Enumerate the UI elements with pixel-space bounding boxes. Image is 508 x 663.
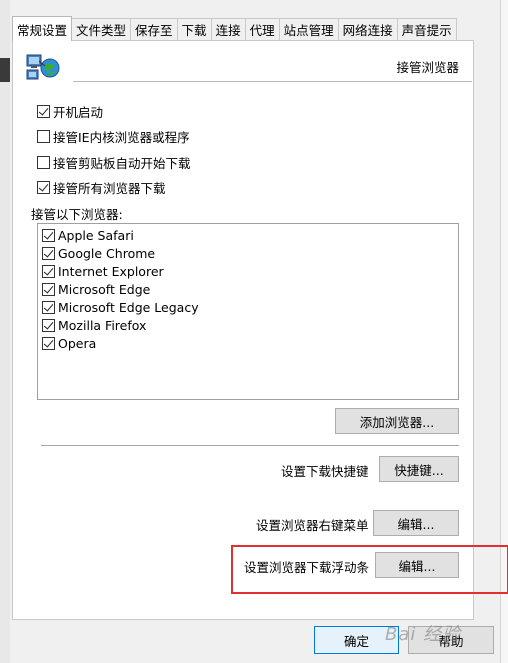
checkbox[interactable] [42,336,55,350]
option-label: 开机启动 [53,104,104,120]
tab-download[interactable]: 下载 [176,18,212,40]
tab-site-management[interactable]: 站点管理 [278,18,339,40]
list-item-edge-legacy[interactable]: Microsoft Edge Legacy [42,298,199,316]
tab-save-to[interactable]: 保存至 [130,18,178,40]
checkbox[interactable] [42,264,55,278]
list-item-safari[interactable]: Apple Safari [42,226,134,244]
option-ie-kernel[interactable]: 接管IE内核浏览器或程序 [37,127,190,145]
list-item-label: Internet Explorer [58,263,164,279]
list-item-firefox[interactable]: Mozilla Firefox [42,316,146,334]
checkbox[interactable] [42,282,55,296]
checkbox[interactable] [37,129,50,143]
tab-proxy[interactable]: 代理 [244,18,280,40]
tab-general[interactable]: 常规设置 [12,16,73,41]
list-item-edge[interactable]: Microsoft Edge [42,280,150,298]
tab-sound-alerts[interactable]: 声音提示 [396,18,457,40]
option-autostart[interactable]: 开机启动 [37,102,103,120]
checkbox[interactable] [42,318,55,332]
shortcut-label: 设置下载快捷键 [281,464,369,479]
checkbox[interactable] [37,104,50,118]
list-item-label: Microsoft Edge [58,281,151,297]
tab-connection[interactable]: 连接 [210,18,246,40]
list-item-ie[interactable]: Internet Explorer [42,262,164,280]
section-divider [41,445,459,446]
option-label: 接管IE内核浏览器或程序 [53,129,190,145]
context-menu-label: 设置浏览器右键菜单 [256,518,369,533]
checkbox[interactable] [42,228,55,242]
option-clipboard[interactable]: 接管剪贴板自动开始下载 [37,153,191,171]
list-item-label: Apple Safari [58,227,134,243]
add-browser-button[interactable]: 添加浏览器... [335,408,459,434]
tab-strip: 常规设置 文件类型 保存至 下载 连接 代理 站点管理 网络连接 声音提示 [12,16,457,41]
header-divider [73,81,472,82]
settings-panel: 接管浏览器 开机启动 接管IE内核浏览器或程序 接管剪贴板自动开始下载 接管所有… [12,40,474,620]
browser-listbox[interactable]: Apple Safari Google Chrome Internet Expl… [37,223,459,400]
browser-group-label: 接管以下浏览器: [31,207,123,222]
highlight-annotation [231,545,508,594]
list-item-label: Microsoft Edge Legacy [58,299,199,315]
tab-network-connection[interactable]: 网络连接 [337,18,398,40]
section-title: 接管浏览器 [396,60,459,75]
checkbox[interactable] [37,155,50,169]
option-label: 接管所有浏览器下载 [53,180,166,196]
checkbox[interactable] [42,300,55,314]
list-item-label: Google Chrome [58,245,156,261]
list-item-label: Opera [58,335,97,351]
context-menu-edit-button[interactable]: 编辑... [373,510,459,536]
option-all-browsers[interactable]: 接管所有浏览器下载 [37,178,166,196]
background-window-left [0,0,10,663]
list-item-label: Mozilla Firefox [58,317,147,333]
checkbox[interactable] [42,246,55,260]
background-dark-strip [0,58,10,82]
list-item-opera[interactable]: Opera [42,334,96,352]
shortcut-button[interactable]: 快捷键... [379,456,459,482]
option-label: 接管剪贴板自动开始下载 [53,155,191,171]
tab-file-types[interactable]: 文件类型 [71,18,132,40]
watermark: Bai 经验 [385,624,462,645]
network-globe-icon [26,54,60,80]
checkbox[interactable] [37,180,50,194]
list-item-chrome[interactable]: Google Chrome [42,244,155,262]
